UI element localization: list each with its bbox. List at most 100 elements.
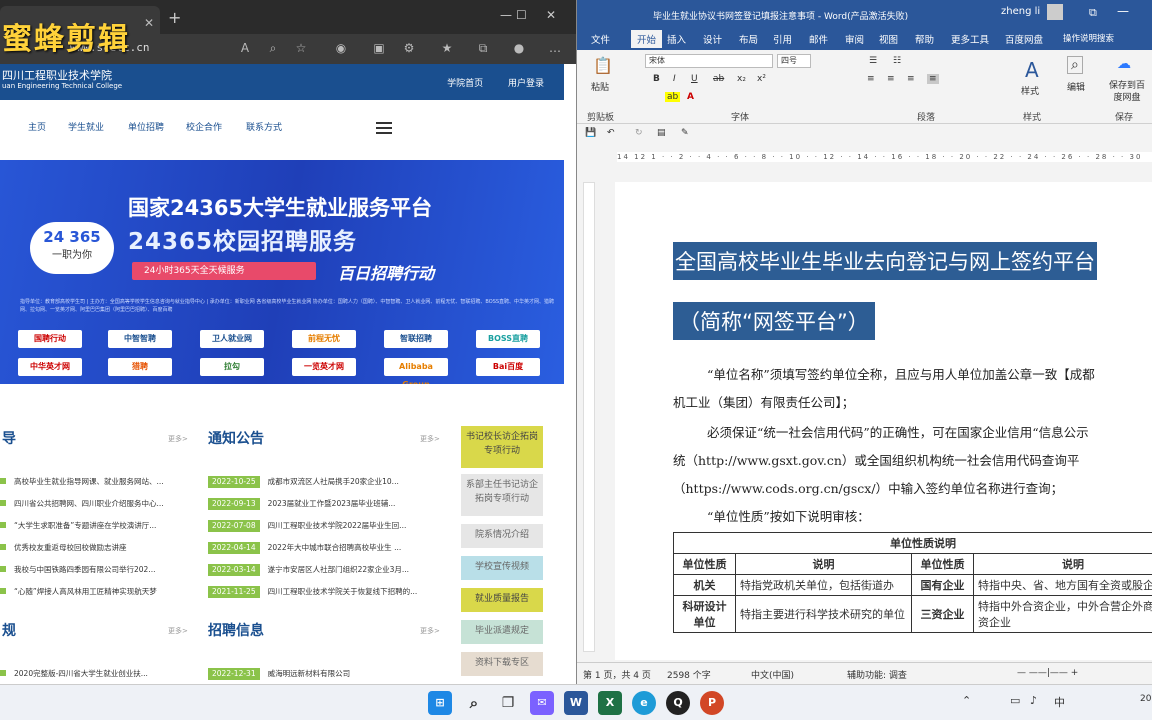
user-name[interactable]: zheng li (1001, 6, 1040, 17)
tab-view[interactable]: 视图 (879, 32, 898, 46)
tab-baidu-netdisk[interactable]: 百度网盘 (1005, 32, 1043, 46)
close-icon[interactable]: ✕ (546, 8, 556, 22)
start-icon[interactable]: ⊞ (428, 691, 452, 715)
underline-button[interactable]: U (691, 74, 698, 84)
excel-app-icon[interactable]: X (598, 691, 622, 715)
banner[interactable]: 国家24365大学生就业服务平台 24365校园招聘服务 24 365 一职为你… (0, 160, 564, 384)
align-right-icon[interactable]: ≡ (907, 74, 915, 84)
table-cell[interactable]: 特指中央、省、地方国有全资或股企业 (973, 574, 1152, 596)
accessibility-status[interactable]: 辅助功能: 调查 (847, 668, 907, 681)
extension-icon[interactable]: ◉ (334, 41, 348, 55)
tab-insert[interactable]: 插入 (667, 32, 686, 46)
chat-icon[interactable]: ✉ (530, 691, 554, 715)
login-link[interactable]: 用户登录 (508, 79, 544, 89)
side-button[interactable]: 资料下载专区 (461, 652, 543, 676)
horizontal-ruler[interactable]: 14 12 1 · · 2 · · 4 · · 6 · · 8 · · 10 ·… (577, 148, 1152, 166)
zoom-slider[interactable]: — ——|—— + (1017, 668, 1078, 678)
paragraph-line[interactable]: “单位名称”须填写签约单位全称，且应与用人单位加盖公章一致【成都 (707, 364, 1095, 383)
notice-item[interactable]: 2022-07-08 四川工程职业技术学院2022届毕业生回... (208, 520, 444, 532)
more-icon[interactable]: … (548, 41, 562, 55)
strikethrough-button[interactable]: ab (713, 74, 724, 84)
bold-button[interactable]: B (653, 74, 660, 84)
partner-logo[interactable]: 智联招聘 (384, 330, 448, 348)
nav-cooperation[interactable]: 校企合作 (186, 120, 222, 133)
extension-icon-2[interactable]: ▣ (372, 41, 386, 55)
justify-icon[interactable]: ≡ (927, 74, 939, 84)
notice-item[interactable]: 2022-04-14 2022年大中城市联合招聘高校毕业生 ... (208, 542, 444, 554)
search-icon[interactable]: ⌕ (462, 691, 486, 715)
search-icon[interactable]: ⌕ (1067, 56, 1083, 74)
language-status[interactable]: 中文(中国) (751, 668, 794, 681)
tab-home[interactable]: 开始 (631, 30, 663, 48)
table-cell[interactable]: 科研设计单位 (673, 595, 736, 633)
partner-logo[interactable]: Bai百度 (476, 358, 540, 376)
recruit-item[interactable]: 2022-12-31 威海明远新材料有限公司 (208, 668, 444, 680)
tab-references[interactable]: 引用 (773, 32, 792, 46)
list-item[interactable]: “大学生求职准备”专题讲座在学校演讲厅... (0, 520, 190, 531)
collections-icon[interactable]: ⧉ (476, 41, 490, 55)
rules-more-link[interactable]: 更多> (168, 626, 188, 636)
avatar[interactable] (1047, 4, 1063, 20)
partner-logo[interactable]: 一览英才网 (292, 358, 356, 376)
network-icon[interactable]: ▭ (1010, 694, 1020, 707)
notice-item[interactable]: 2022-10-25 成都市双流区人社局携手20家企业10... (208, 476, 444, 488)
list-item[interactable]: 优秀校友重返母校回校做励志讲座 (0, 542, 190, 553)
partner-logo[interactable]: 中智智聘 (108, 330, 172, 348)
nav-employment[interactable]: 学生就业 (68, 120, 104, 133)
partner-logo[interactable]: 拉勾 (200, 358, 264, 376)
tab-file[interactable]: 文件 (591, 32, 610, 46)
list-item[interactable]: 高校毕业生就业指导网课、就业服务网站、... (0, 476, 190, 487)
bullets-icon[interactable]: ☰ (869, 56, 877, 66)
clock[interactable]: 20 (1140, 694, 1151, 704)
new-tab-icon[interactable]: + (168, 8, 181, 27)
redo-icon[interactable]: ↻ (635, 128, 643, 138)
partner-logo[interactable]: 猎聘 (108, 358, 172, 376)
zoom-icon[interactable]: ⌕ (266, 41, 280, 55)
tab-mailings[interactable]: 邮件 (809, 32, 828, 46)
document-page[interactable]: 全国高校毕业生毕业去向登记与网上签约平台 （简称“网签平台”） “单位名称”须填… (615, 182, 1152, 660)
notice-item[interactable]: 2022-03-14 遂宁市安居区人社部门组织22家企业3月... (208, 564, 444, 576)
save-icon[interactable]: 💾 (585, 128, 596, 138)
table-cell[interactable]: 三资企业 (911, 595, 974, 633)
editing-button[interactable]: 编辑 (1067, 80, 1085, 93)
doc-heading[interactable]: 全国高校毕业生毕业去向登记与网上签约平台 (673, 242, 1097, 280)
unit-type-table[interactable]: 单位性质说明 单位性质 说明 单位性质 说明 机关 特指党政机关单位，包括街道办… (673, 532, 1152, 633)
site-logo[interactable]: 四川工程职业技术学院 uan Engineering Technical Col… (2, 70, 122, 92)
subscript-button[interactable]: x₂ (737, 74, 746, 84)
paragraph-line[interactable]: （https://www.cods.org.cn/gscx/）中输入签约单位名称… (673, 478, 1063, 497)
profile-icon[interactable]: ● (512, 41, 526, 55)
align-left-icon[interactable]: ≡ (867, 74, 875, 84)
close-tab-icon[interactable]: ✕ (144, 16, 154, 30)
vertical-ruler[interactable] (583, 182, 595, 652)
tell-me-search[interactable]: 操作说明搜索 (1063, 32, 1114, 44)
partner-logo[interactable]: BOSS直聘 (476, 330, 540, 348)
mic-icon[interactable]: ♪ (1030, 694, 1037, 707)
font-size-select[interactable]: 四号 (777, 54, 811, 68)
nav-home[interactable]: 主页 (28, 120, 46, 133)
partner-logo[interactable]: 国聘行动 (18, 330, 82, 348)
ribbon-display-icon[interactable]: ⧉ (1089, 6, 1097, 20)
undo-icon[interactable]: ↶ (607, 128, 615, 138)
notice-item[interactable]: 2021-11-25 四川工程职业技术学院关于恢复线下招聘的... (208, 586, 444, 598)
list-item[interactable]: 我校与中国铁路四季园有限公司举行202... (0, 564, 190, 575)
favorite-icon[interactable]: ☆ (294, 41, 308, 55)
page-count[interactable]: 第 1 页，共 4 页 (583, 668, 651, 681)
table-cell[interactable]: 特指中外合资企业，中外合营企外商独资企业 (973, 595, 1152, 633)
align-center-icon[interactable]: ≡ (887, 74, 895, 84)
edge-app-icon[interactable]: e (632, 691, 656, 715)
side-button[interactable]: 就业质量报告 (461, 588, 543, 612)
superscript-button[interactable]: x² (757, 74, 766, 84)
partner-logo[interactable]: 前程无忧 (292, 330, 356, 348)
side-button[interactable]: 毕业派遣规定 (461, 620, 543, 644)
word-count[interactable]: 2598 个字 (667, 668, 711, 681)
maximize-icon[interactable]: ☐ (516, 8, 527, 22)
powerpoint-app-icon[interactable]: P (700, 691, 724, 715)
styles-icon[interactable]: A (1025, 58, 1039, 82)
side-button[interactable]: 学校宣传视频 (461, 556, 543, 580)
read-aloud-icon[interactable]: A (238, 41, 252, 55)
nav-recruit[interactable]: 单位招聘 (128, 120, 164, 133)
task-view-icon[interactable]: ❐ (496, 691, 520, 715)
tray-overflow-icon[interactable]: ⌃ (962, 694, 971, 707)
numbering-icon[interactable]: ☷ (893, 56, 901, 66)
save-to-netdisk-button[interactable]: 保存到百度网盘 (1105, 80, 1149, 104)
